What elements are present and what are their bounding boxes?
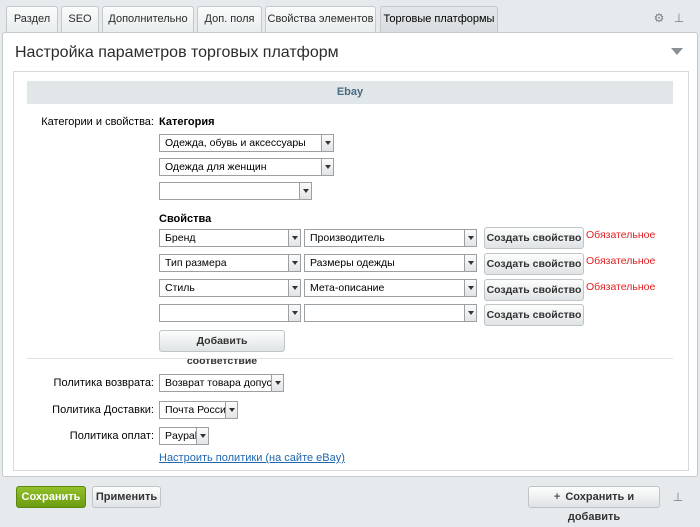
local-property-value: Размеры одежды (310, 257, 395, 269)
create-property-button[interactable]: Создать свойство (484, 253, 584, 275)
chevron-down-icon (464, 305, 476, 321)
local-property-select[interactable]: Размеры одежды (304, 254, 477, 272)
section-header: Ebay (27, 81, 673, 104)
ebay-property-value: Бренд (165, 232, 196, 244)
local-property-select[interactable]: Производитель (304, 229, 477, 247)
return-policy-label: Политика возврата: (53, 377, 154, 389)
create-property-button[interactable]: Создать свойство (484, 304, 584, 326)
delivery-policy-label: Политика Доставки: (52, 404, 154, 416)
return-policy-select[interactable]: Возврат товара допустим (159, 374, 284, 392)
tab-bar: Раздел SEO Дополнительно Доп. поля Свойс… (0, 0, 700, 32)
tab-tools: ⚙ ⊥ (652, 10, 692, 26)
category-select-2[interactable]: Одежда для женщин (159, 158, 334, 176)
chevron-down-icon (288, 280, 300, 296)
ebay-property-select[interactable]: Стиль (159, 279, 301, 297)
chevron-down-icon (288, 230, 300, 246)
save-and-add-button[interactable]: + Сохранить и добавить (528, 486, 660, 523)
local-property-select[interactable]: Мета-описание (304, 279, 477, 297)
chevron-down-icon (464, 280, 476, 296)
delivery-policy-select[interactable]: Почта России (159, 401, 238, 419)
chevron-down-icon (271, 375, 283, 391)
chevron-down-icon (288, 305, 300, 321)
pin-icon[interactable]: ⊥ (672, 490, 684, 504)
chevron-down-icon (464, 230, 476, 246)
ebay-property-select[interactable] (159, 304, 301, 322)
ebay-settings-block: Ebay Категории и свойства: Категория Оде… (13, 71, 689, 471)
local-property-value: Мета-описание (310, 282, 385, 294)
ebay-property-value: Тип размера (165, 257, 227, 269)
divider (27, 358, 673, 359)
create-property-button[interactable]: Создать свойство (484, 279, 584, 301)
required-label: Обязательное (586, 255, 656, 267)
ebay-property-value: Стиль (165, 282, 195, 294)
apply-button[interactable]: Применить (92, 486, 161, 508)
required-label: Обязательное (586, 281, 656, 293)
save-and-add-label: Сохранить и добавить (565, 491, 635, 523)
return-policy-value: Возврат товара допустим (165, 377, 284, 389)
settings-panel: Настройка параметров торговых платформ E… (2, 32, 698, 477)
tab-seo[interactable]: SEO (61, 6, 99, 32)
chevron-down-icon (288, 255, 300, 271)
category-heading: Категория (159, 116, 215, 128)
tab-extra-fields[interactable]: Доп. поля (197, 6, 262, 32)
ebay-property-select[interactable]: Бренд (159, 229, 301, 247)
chevron-down-icon (299, 183, 311, 199)
chevron-down-icon (196, 428, 208, 444)
category-select-2-value: Одежда для женщин (165, 161, 267, 173)
pin-icon[interactable]: ⊥ (672, 10, 686, 26)
tab-trading-platforms[interactable]: Торговые платформы (380, 6, 498, 32)
category-select-3[interactable] (159, 182, 312, 200)
page-title: Настройка параметров торговых платформ (15, 44, 339, 61)
add-mapping-button[interactable]: Добавить соответствие (159, 330, 285, 367)
payment-policy-label: Политика оплат: (69, 430, 154, 442)
save-button[interactable]: Сохранить (16, 486, 86, 508)
payment-policy-select[interactable]: Paypal (159, 427, 209, 445)
categories-label: Категории и свойства: (41, 116, 154, 128)
properties-heading: Свойства (159, 213, 212, 225)
create-property-button[interactable]: Создать свойство (484, 227, 584, 249)
delivery-policy-value: Почта России (165, 404, 232, 416)
chevron-down-icon (225, 402, 237, 418)
configure-policies-link[interactable]: Настроить политики (на сайте eBay) (159, 452, 345, 464)
gear-icon[interactable]: ⚙ (652, 10, 666, 26)
plus-icon: + (553, 491, 561, 503)
ebay-property-select[interactable]: Тип размера (159, 254, 301, 272)
category-select-1[interactable]: Одежда, обувь и аксессуары (159, 134, 334, 152)
local-property-value: Производитель (310, 232, 385, 244)
tab-element-properties[interactable]: Свойства элементов (265, 6, 376, 32)
chevron-down-icon (464, 255, 476, 271)
local-property-select[interactable] (304, 304, 477, 322)
chevron-down-icon (321, 135, 333, 151)
chevron-down-icon[interactable] (671, 48, 683, 55)
tab-additional[interactable]: Дополнительно (102, 6, 194, 32)
payment-policy-value: Paypal (165, 430, 198, 442)
required-label: Обязательное (586, 229, 656, 241)
chevron-down-icon (321, 159, 333, 175)
tab-section[interactable]: Раздел (6, 6, 58, 32)
category-select-1-value: Одежда, обувь и аксессуары (165, 137, 306, 149)
